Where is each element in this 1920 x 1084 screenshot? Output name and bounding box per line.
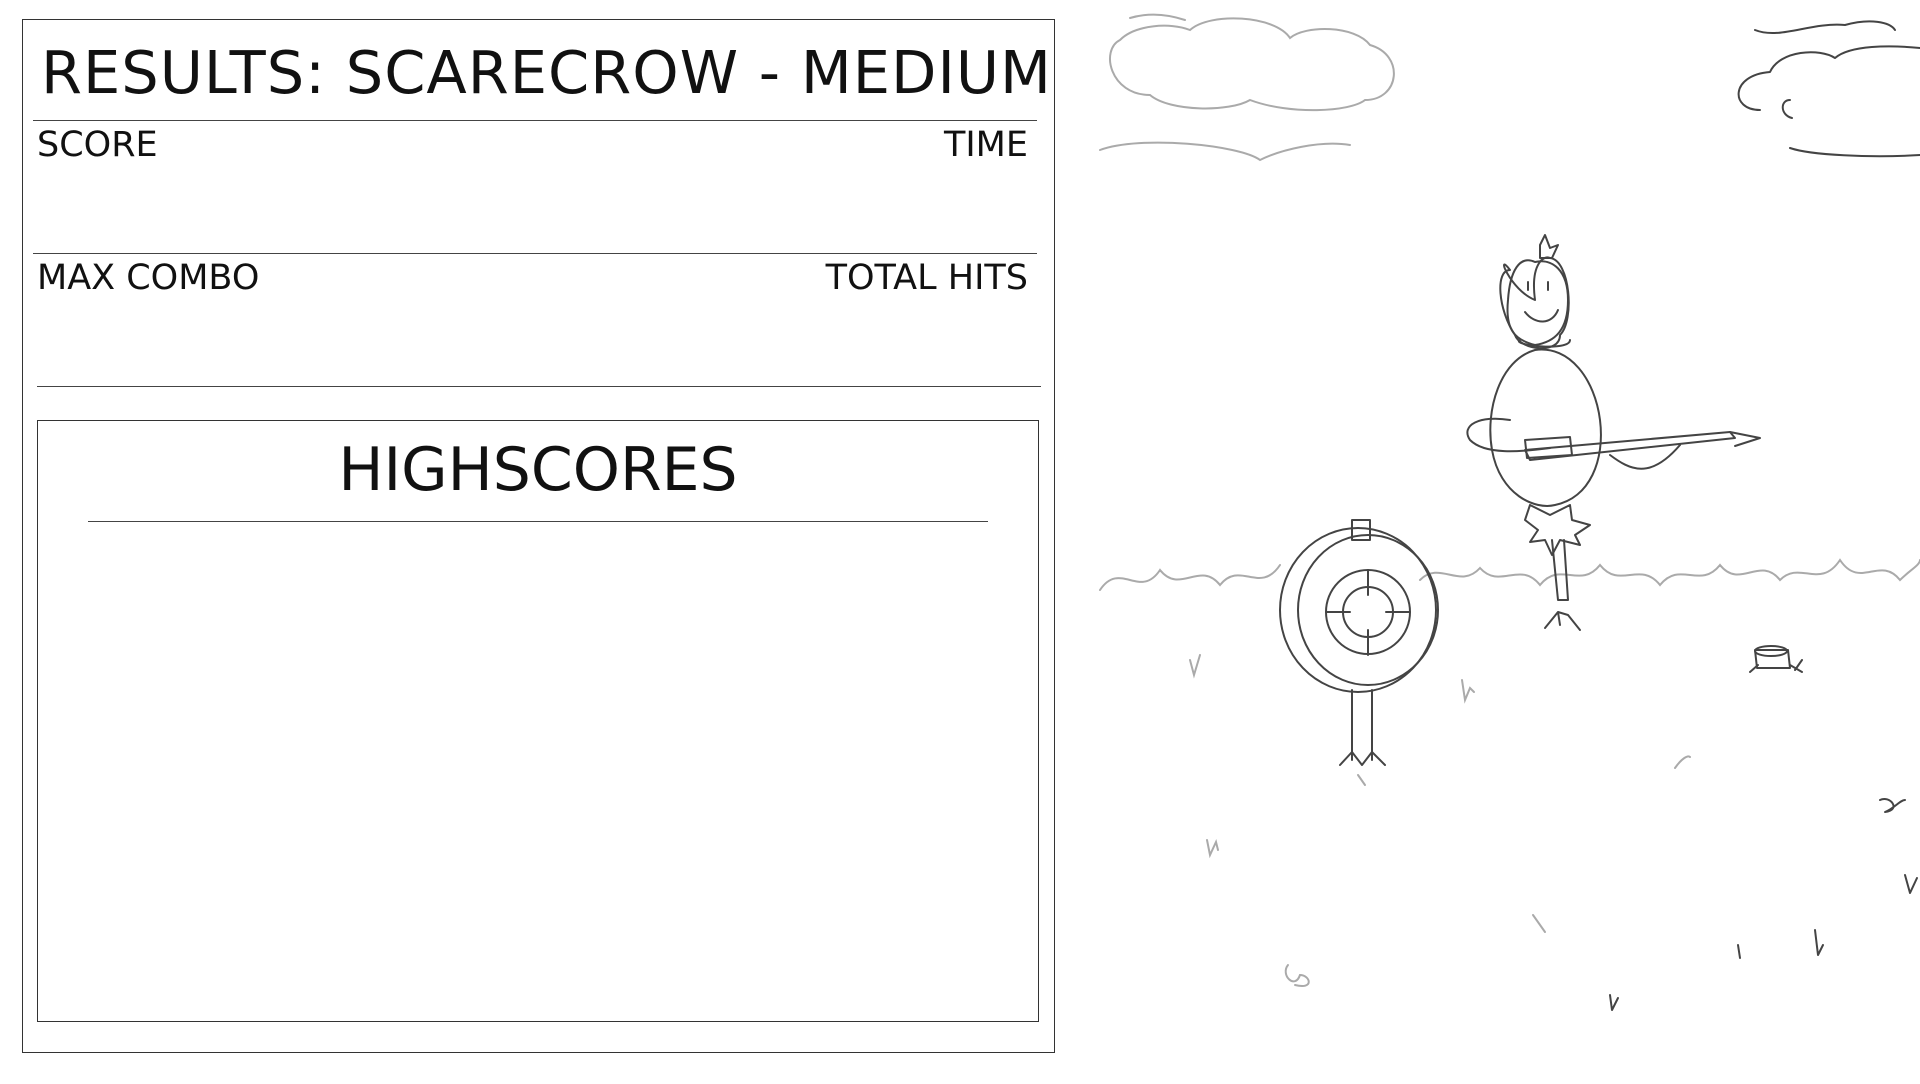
- grass-tufts: [1189, 654, 1918, 1011]
- total-hits-label: TOTAL HITS: [825, 258, 1028, 298]
- highscores-box: HIGHSCORES: [37, 420, 1039, 1022]
- score-divider: [33, 253, 1037, 254]
- cloud-right: [1737, 20, 1920, 158]
- highscores-list: [98, 546, 978, 1001]
- results-title: RESULTS: SCARECROW - MEDIUM: [41, 38, 1052, 107]
- stump-icon: [1749, 645, 1803, 673]
- title-divider: [33, 120, 1037, 121]
- highscores-divider: [88, 521, 988, 522]
- results-panel: RESULTS: SCARECROW - MEDIUM SCORE TIME M…: [22, 19, 1055, 1053]
- target-icon: [1279, 519, 1439, 766]
- stats-divider: [37, 386, 1041, 387]
- max-combo-label: MAX COMBO: [37, 258, 260, 298]
- time-label: TIME: [943, 125, 1028, 165]
- cloud-left: [1099, 13, 1395, 162]
- score-label: SCORE: [37, 125, 158, 165]
- scarecrow-icon: [1466, 234, 1761, 631]
- grass-horizon: [1099, 558, 1920, 591]
- game-scene: [1090, 0, 1920, 1080]
- highscores-title: HIGHSCORES: [338, 435, 738, 505]
